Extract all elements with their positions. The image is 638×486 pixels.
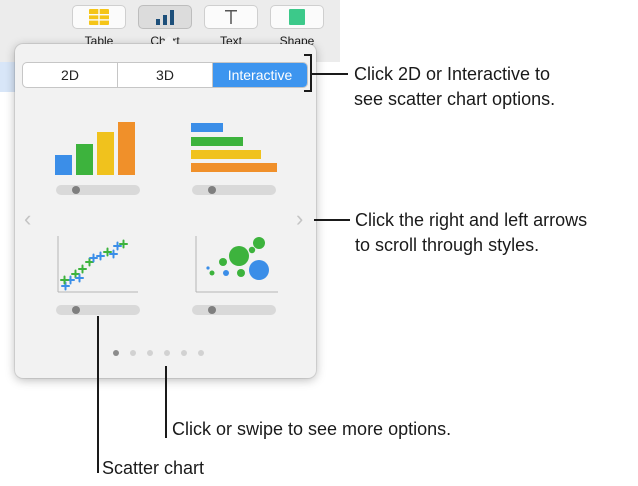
chart-picker-popover [15,44,316,378]
column-bar-4 [118,122,135,175]
chart-icon [156,10,174,25]
scatter-chart-thumbnail[interactable] [52,234,142,296]
slider-knob[interactable] [208,306,216,314]
scatter-leader-line [97,316,99,473]
page-dot[interactable] [164,350,170,356]
bar-row-1 [191,123,223,132]
page-dot[interactable] [147,350,153,356]
page-indicator[interactable] [113,350,204,356]
segment-interactive[interactable]: Interactive [213,63,307,87]
bar-style-slider[interactable] [192,185,276,195]
column-style-slider[interactable] [56,185,140,195]
page-dot[interactable] [113,350,119,356]
scatter-points [60,239,128,291]
arrows-callout-line1: Click the right and left arrows [355,210,588,230]
slider-knob[interactable] [72,306,80,314]
left-arrow-icon[interactable]: ‹ [24,206,31,232]
segment-2d[interactable]: 2D [23,63,118,87]
selection-strip [0,62,16,92]
segments-callout-line1: Click 2D or Interactive to [354,64,551,84]
slider-knob[interactable] [208,186,216,194]
arrows-leader-line [314,219,350,221]
text-button[interactable] [204,5,258,29]
arrows-callout-line2: to scroll through styles. [355,235,540,255]
right-arrow-icon[interactable]: › [296,206,303,232]
bar-row-4 [191,163,277,172]
table-icon [89,9,109,25]
table-button[interactable] [72,5,126,29]
bubble-points [206,237,269,280]
shape-button[interactable] [270,5,324,29]
page-dot[interactable] [130,350,136,356]
bubble-chart-thumbnail[interactable] [192,232,282,296]
page-dot[interactable] [198,350,204,356]
bar-row-2 [191,137,243,146]
segments-callout-line2: see scatter chart options. [354,89,556,109]
scatter-style-slider[interactable] [56,305,140,315]
column-bar-3 [97,132,114,175]
segment-3d[interactable]: 3D [118,63,213,87]
chart-type-segmented-control: 2D 3D Interactive [22,62,308,88]
text-icon [225,10,237,24]
bar-row-3 [191,150,261,159]
column-bar-2 [76,144,93,175]
swipe-leader-line [165,366,167,438]
page-dot[interactable] [181,350,187,356]
popover-pointer [160,36,178,45]
column-bar-1 [55,155,72,175]
chart-button[interactable] [138,5,192,29]
bubble-style-slider[interactable] [192,305,276,315]
column-chart-thumbnail[interactable] [52,118,140,178]
bar-chart-thumbnail[interactable] [188,118,280,178]
segments-leader-line [312,73,348,75]
swipe-callout: Click or swipe to see more options. [172,419,452,439]
scatter-callout: Scatter chart [102,458,205,478]
segments-bracket-bottom [304,90,312,92]
shape-icon [289,9,305,25]
slider-knob[interactable] [72,186,80,194]
segments-bracket-top [304,54,312,56]
